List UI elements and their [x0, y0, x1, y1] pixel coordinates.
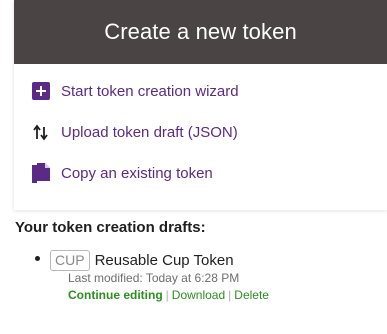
copy-token-label: Copy an existing token	[61, 164, 213, 182]
upload-draft-label: Upload token draft (JSON)	[61, 123, 238, 141]
drafts-heading: Your token creation drafts:	[15, 219, 206, 236]
draft-last-modified: Last modified: Today at 6:28 PM	[68, 271, 240, 285]
draft-actions: Continue editing | Download | Delete	[68, 288, 269, 302]
start-wizard-label: Start token creation wizard	[61, 82, 239, 100]
list-bullet	[35, 256, 40, 261]
copy-file-icon	[30, 162, 52, 184]
continue-editing-link[interactable]: Continue editing	[68, 288, 163, 302]
delete-link[interactable]: Delete	[234, 288, 269, 302]
upload-draft-button[interactable]: Upload token draft (JSON)	[30, 119, 239, 145]
draft-name: Reusable Cup Token	[94, 251, 234, 269]
copy-token-button[interactable]: Copy an existing token	[30, 160, 239, 186]
download-link[interactable]: Download	[172, 288, 225, 302]
action-list: Start token creation wizard Upload token…	[30, 78, 239, 201]
drafts-list: CUP Reusable Cup Token Last modified: To…	[35, 249, 269, 302]
upload-arrows-icon	[30, 121, 52, 143]
token-symbol-badge: CUP	[50, 249, 90, 271]
page-title: Create a new token	[104, 19, 297, 44]
start-wizard-button[interactable]: Start token creation wizard	[30, 78, 239, 104]
link-separator: |	[228, 288, 232, 302]
page: Create a new token Start token creation …	[0, 0, 387, 334]
plus-square-icon	[30, 80, 52, 102]
link-separator: |	[165, 288, 169, 302]
card-header: Create a new token	[14, 0, 387, 64]
draft-title-row: CUP Reusable Cup Token	[50, 249, 269, 271]
